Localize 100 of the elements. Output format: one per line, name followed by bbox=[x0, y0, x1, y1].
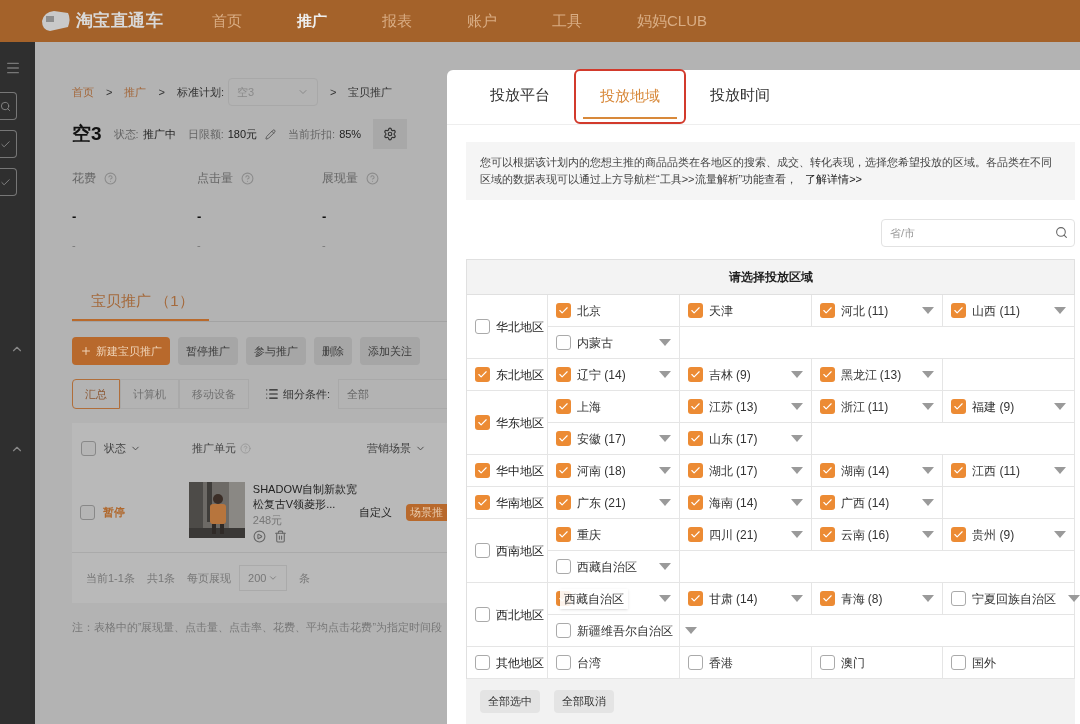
column-header[interactable]: 状态 bbox=[104, 439, 126, 457]
per-page-select[interactable]: 200 bbox=[239, 565, 288, 591]
nav-item[interactable]: 推广 bbox=[297, 9, 382, 33]
caret-icon[interactable] bbox=[685, 627, 697, 634]
settings-button[interactable] bbox=[373, 119, 408, 149]
caret-icon[interactable] bbox=[922, 595, 935, 602]
caret-icon[interactable] bbox=[790, 435, 803, 442]
caret-icon[interactable] bbox=[790, 371, 803, 378]
breadcrumb-link[interactable]: 首页 bbox=[72, 83, 94, 101]
caret-icon[interactable] bbox=[922, 371, 935, 378]
caret-icon[interactable] bbox=[1054, 467, 1066, 474]
checkbox[interactable] bbox=[951, 303, 967, 318]
checkbox[interactable] bbox=[556, 623, 571, 638]
checkbox[interactable] bbox=[951, 399, 967, 414]
caret-icon[interactable] bbox=[790, 403, 803, 410]
check-button[interactable] bbox=[0, 130, 17, 158]
caret-icon[interactable] bbox=[790, 531, 803, 538]
checkbox[interactable] bbox=[80, 440, 96, 456]
caret-icon[interactable] bbox=[1054, 403, 1066, 410]
nav-item[interactable]: 账户 bbox=[467, 9, 552, 33]
play-icon[interactable] bbox=[252, 529, 266, 543]
caret-icon[interactable] bbox=[658, 467, 671, 474]
dialog-tab[interactable]: 投放平台 bbox=[473, 73, 567, 117]
caret-icon[interactable] bbox=[922, 307, 935, 314]
help-icon[interactable] bbox=[240, 442, 251, 454]
checkbox[interactable] bbox=[819, 655, 835, 670]
caret-icon[interactable] bbox=[658, 371, 671, 378]
caret-icon[interactable] bbox=[1068, 595, 1080, 602]
pencil-icon[interactable] bbox=[265, 128, 277, 140]
footer-button[interactable]: 全部取消 bbox=[554, 690, 614, 713]
nav-item[interactable]: 首页 bbox=[212, 9, 297, 33]
checkbox[interactable] bbox=[687, 463, 703, 478]
help-icon[interactable] bbox=[366, 171, 379, 185]
checkbox[interactable] bbox=[556, 463, 571, 478]
checkbox[interactable] bbox=[687, 303, 703, 318]
segment-tab[interactable]: 移动设备 bbox=[179, 379, 249, 409]
checkbox[interactable] bbox=[819, 399, 835, 414]
caret-icon[interactable] bbox=[790, 595, 803, 602]
search-button[interactable] bbox=[0, 92, 17, 120]
caret-icon[interactable] bbox=[658, 595, 671, 602]
checkbox[interactable] bbox=[819, 463, 835, 478]
section-tab[interactable]: 宝贝推广 （1） bbox=[72, 283, 209, 321]
checkbox[interactable] bbox=[475, 415, 490, 430]
action-button[interactable]: 参与推广 bbox=[246, 337, 306, 365]
checkbox[interactable] bbox=[475, 367, 490, 382]
nav-item[interactable]: 工具 bbox=[552, 9, 637, 33]
menu-icon[interactable] bbox=[5, 60, 21, 76]
segment-tab[interactable]: 汇总 bbox=[72, 379, 120, 409]
caret-icon[interactable] bbox=[658, 563, 671, 570]
action-button[interactable]: 添加关注 bbox=[360, 337, 420, 365]
checkbox[interactable] bbox=[556, 303, 571, 318]
checkbox[interactable] bbox=[556, 655, 571, 670]
checkbox[interactable] bbox=[687, 431, 703, 446]
checkbox[interactable] bbox=[475, 543, 490, 558]
checkbox[interactable] bbox=[951, 463, 967, 478]
checkbox[interactable] bbox=[556, 399, 571, 414]
dialog-tab[interactable]: 投放时间 bbox=[693, 73, 787, 117]
checkbox[interactable] bbox=[687, 527, 703, 542]
caret-icon[interactable] bbox=[1054, 307, 1066, 314]
checkbox[interactable] bbox=[687, 655, 703, 670]
checkbox[interactable] bbox=[556, 559, 571, 574]
checkbox[interactable] bbox=[951, 655, 967, 670]
checkbox[interactable] bbox=[475, 463, 490, 478]
checkbox[interactable] bbox=[819, 303, 835, 318]
caret-icon[interactable] bbox=[922, 403, 935, 410]
segment-tab[interactable]: 计算机 bbox=[120, 379, 179, 409]
checkbox[interactable] bbox=[951, 527, 967, 542]
footer-button[interactable]: 全部选中 bbox=[480, 690, 540, 713]
checkbox[interactable] bbox=[687, 367, 703, 382]
caret-icon[interactable] bbox=[658, 339, 671, 346]
caret-icon[interactable] bbox=[790, 467, 803, 474]
help-icon[interactable] bbox=[104, 171, 117, 185]
action-button[interactable]: 删除 bbox=[314, 337, 352, 365]
nav-item[interactable]: 报表 bbox=[382, 9, 467, 33]
checkbox[interactable] bbox=[819, 367, 835, 382]
caret-icon[interactable] bbox=[658, 499, 671, 506]
checkbox[interactable] bbox=[475, 607, 490, 622]
checkbox[interactable] bbox=[556, 367, 571, 382]
checkbox[interactable] bbox=[556, 431, 571, 446]
checkbox[interactable] bbox=[951, 591, 967, 606]
checkbox[interactable] bbox=[819, 495, 835, 510]
caret-icon[interactable] bbox=[790, 499, 803, 506]
breadcrumb-link[interactable]: 推广 bbox=[124, 83, 147, 101]
checkbox[interactable] bbox=[687, 399, 703, 414]
help-icon[interactable] bbox=[241, 171, 254, 185]
caret-icon[interactable] bbox=[658, 435, 671, 442]
column-header[interactable]: 营销场景 bbox=[367, 439, 411, 457]
search-icon[interactable] bbox=[1055, 226, 1068, 239]
checkbox[interactable] bbox=[819, 527, 835, 542]
check-button[interactable] bbox=[0, 168, 17, 196]
checkbox[interactable] bbox=[556, 335, 571, 350]
details-link[interactable]: 了解详情>> bbox=[805, 173, 863, 185]
checkbox[interactable] bbox=[819, 591, 835, 606]
caret-icon[interactable] bbox=[1054, 531, 1066, 538]
checkbox[interactable] bbox=[556, 527, 571, 542]
nav-item[interactable]: 妈妈CLUB bbox=[637, 9, 722, 33]
checkbox[interactable] bbox=[687, 495, 703, 510]
caret-icon[interactable] bbox=[922, 531, 935, 538]
checkbox[interactable] bbox=[475, 655, 490, 670]
region-search-field[interactable]: 省/市 bbox=[881, 219, 1075, 247]
